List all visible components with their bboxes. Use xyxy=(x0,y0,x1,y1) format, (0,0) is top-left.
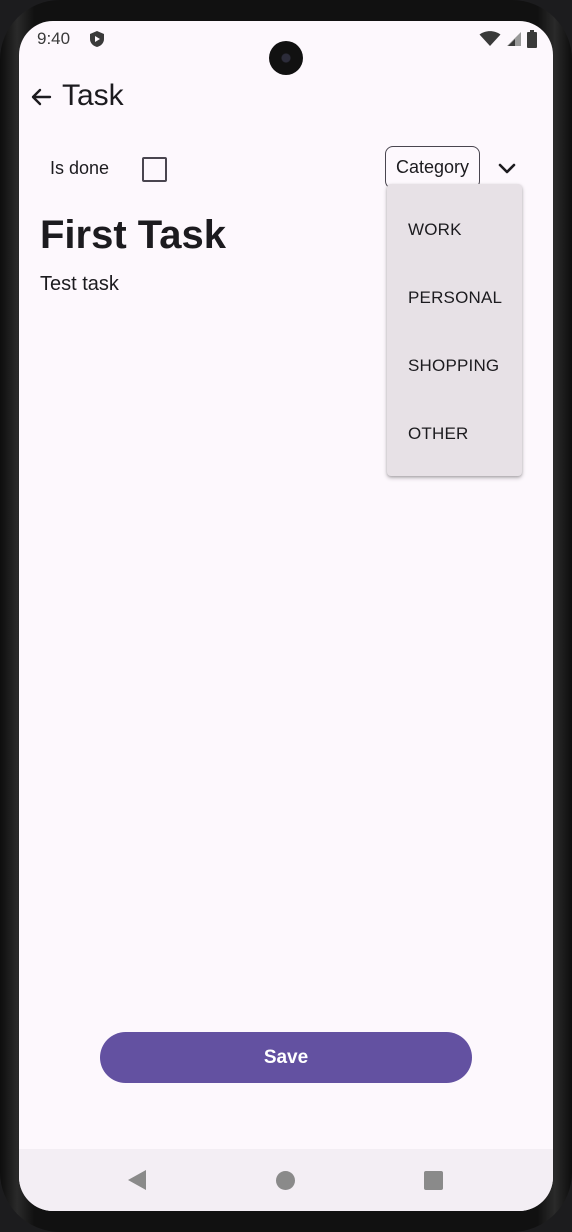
device-frame: 9:40 Task Is done Category First Task Te… xyxy=(0,0,572,1232)
system-navigation-bar xyxy=(19,1149,553,1211)
menu-item-personal[interactable]: PERSONAL xyxy=(387,264,522,332)
category-button[interactable]: Category xyxy=(385,146,480,189)
battery-icon xyxy=(527,30,537,48)
arrow-left-icon xyxy=(31,88,52,106)
is-done-checkbox[interactable] xyxy=(142,157,167,182)
page-title: Task xyxy=(62,79,124,112)
status-time: 9:40 xyxy=(37,29,71,48)
task-description: Test task xyxy=(40,273,119,295)
status-icons xyxy=(479,30,537,48)
signal-icon xyxy=(507,32,521,46)
is-done-label: Is done xyxy=(50,158,110,178)
screen: 9:40 Task Is done Category First Task Te… xyxy=(19,21,553,1211)
category-dropdown-menu: WORK PERSONAL SHOPPING OTHER xyxy=(387,184,522,476)
back-button[interactable] xyxy=(27,83,55,111)
menu-item-other[interactable]: OTHER xyxy=(387,400,522,468)
back-triangle-icon[interactable] xyxy=(127,1169,147,1191)
shield-icon xyxy=(90,31,104,47)
wifi-icon xyxy=(479,31,501,46)
status-bar: 9:40 xyxy=(19,21,553,75)
home-circle-icon[interactable] xyxy=(276,1171,295,1190)
camera-cutout xyxy=(269,41,303,75)
task-title: First Task xyxy=(40,213,226,257)
save-button[interactable]: Save xyxy=(100,1032,472,1083)
menu-item-shopping[interactable]: SHOPPING xyxy=(387,332,522,400)
chevron-down-icon[interactable] xyxy=(496,158,518,180)
menu-item-work[interactable]: WORK xyxy=(387,196,522,264)
top-app-bar: Task xyxy=(19,73,553,119)
recents-square-icon[interactable] xyxy=(424,1171,443,1190)
